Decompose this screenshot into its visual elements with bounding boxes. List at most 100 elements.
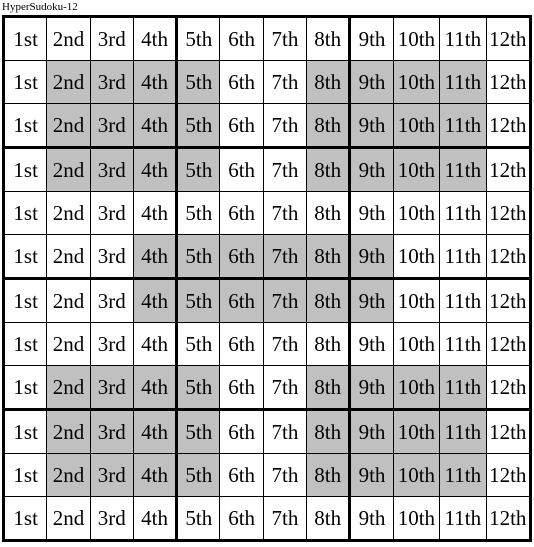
grid-cell[interactable]: 10th <box>393 453 441 497</box>
grid-cell[interactable]: 11th <box>439 322 487 366</box>
grid-cell[interactable]: 4th <box>133 453 179 497</box>
grid-cell[interactable]: 11th <box>439 16 487 61</box>
grid-cell[interactable]: 9th <box>349 191 394 235</box>
grid-cell[interactable]: 9th <box>349 103 394 149</box>
grid-cell[interactable]: 11th <box>439 103 487 149</box>
grid-cell[interactable]: 2nd <box>46 234 91 280</box>
grid-cell[interactable]: 1st <box>3 60 48 104</box>
grid-cell[interactable]: 4th <box>133 191 179 235</box>
grid-cell[interactable]: 6th <box>219 191 264 235</box>
grid-cell[interactable]: 4th <box>133 103 179 149</box>
grid-cell[interactable]: 6th <box>219 322 264 366</box>
grid-cell[interactable]: 7th <box>263 453 308 497</box>
grid-cell[interactable]: 2nd <box>46 365 91 411</box>
grid-cell[interactable]: 5th <box>176 147 221 192</box>
grid-cell[interactable]: 3rd <box>90 234 134 280</box>
grid-cell[interactable]: 12th <box>486 103 531 149</box>
grid-cell[interactable]: 10th <box>393 322 441 366</box>
grid-cell[interactable]: 12th <box>486 409 531 454</box>
grid-cell[interactable]: 4th <box>133 322 179 366</box>
grid-cell[interactable]: 5th <box>176 278 221 323</box>
grid-cell[interactable]: 2nd <box>46 16 91 61</box>
grid-cell[interactable]: 8th <box>306 234 352 280</box>
grid-cell[interactable]: 5th <box>176 103 221 149</box>
grid-cell[interactable]: 4th <box>133 16 179 61</box>
grid-cell[interactable]: 3rd <box>90 453 134 497</box>
grid-cell[interactable]: 1st <box>3 496 48 541</box>
grid-cell[interactable]: 1st <box>3 453 48 497</box>
grid-cell[interactable]: 6th <box>219 16 264 61</box>
grid-cell[interactable]: 12th <box>486 191 531 235</box>
grid-cell[interactable]: 12th <box>486 147 531 192</box>
grid-cell[interactable]: 2nd <box>46 496 91 541</box>
grid-cell[interactable]: 10th <box>393 496 441 541</box>
grid-cell[interactable]: 7th <box>263 60 308 104</box>
grid-cell[interactable]: 3rd <box>90 191 134 235</box>
grid-cell[interactable]: 2nd <box>46 147 91 192</box>
grid-cell[interactable]: 11th <box>439 496 487 541</box>
grid-cell[interactable]: 3rd <box>90 278 134 323</box>
grid-cell[interactable]: 8th <box>306 322 352 366</box>
grid-cell[interactable]: 1st <box>3 365 48 411</box>
grid-cell[interactable]: 8th <box>306 60 352 104</box>
grid-cell[interactable]: 7th <box>263 496 308 541</box>
grid-cell[interactable]: 7th <box>263 409 308 454</box>
grid-cell[interactable]: 1st <box>3 322 48 366</box>
grid-cell[interactable]: 9th <box>349 60 394 104</box>
grid-cell[interactable]: 1st <box>3 103 48 149</box>
grid-cell[interactable]: 12th <box>486 234 531 280</box>
grid-cell[interactable]: 6th <box>219 453 264 497</box>
grid-cell[interactable]: 1st <box>3 409 48 454</box>
grid-cell[interactable]: 6th <box>219 278 264 323</box>
grid-cell[interactable]: 3rd <box>90 16 134 61</box>
grid-cell[interactable]: 4th <box>133 234 179 280</box>
grid-cell[interactable]: 6th <box>219 234 264 280</box>
grid-cell[interactable]: 9th <box>349 322 394 366</box>
grid-cell[interactable]: 3rd <box>90 496 134 541</box>
grid-cell[interactable]: 9th <box>349 365 394 411</box>
grid-cell[interactable]: 2nd <box>46 60 91 104</box>
grid-cell[interactable]: 12th <box>486 322 531 366</box>
grid-cell[interactable]: 9th <box>349 16 394 61</box>
grid-cell[interactable]: 8th <box>306 496 352 541</box>
grid-cell[interactable]: 5th <box>176 496 221 541</box>
grid-cell[interactable]: 5th <box>176 453 221 497</box>
grid-cell[interactable]: 9th <box>349 147 394 192</box>
grid-cell[interactable]: 8th <box>306 278 352 323</box>
grid-cell[interactable]: 10th <box>393 16 441 61</box>
grid-cell[interactable]: 4th <box>133 278 179 323</box>
grid-cell[interactable]: 4th <box>133 496 179 541</box>
grid-cell[interactable]: 10th <box>393 60 441 104</box>
grid-cell[interactable]: 7th <box>263 278 308 323</box>
grid-cell[interactable]: 6th <box>219 365 264 411</box>
grid-cell[interactable]: 1st <box>3 234 48 280</box>
grid-cell[interactable]: 2nd <box>46 409 91 454</box>
grid-cell[interactable]: 9th <box>349 234 394 280</box>
grid-cell[interactable]: 11th <box>439 191 487 235</box>
grid-cell[interactable]: 3rd <box>90 365 134 411</box>
grid-cell[interactable]: 1st <box>3 147 48 192</box>
grid-cell[interactable]: 10th <box>393 278 441 323</box>
grid-cell[interactable]: 8th <box>306 16 352 61</box>
grid-cell[interactable]: 6th <box>219 147 264 192</box>
grid-cell[interactable]: 7th <box>263 103 308 149</box>
grid-cell[interactable]: 3rd <box>90 147 134 192</box>
grid-cell[interactable]: 7th <box>263 365 308 411</box>
grid-cell[interactable]: 9th <box>349 409 394 454</box>
grid-cell[interactable]: 10th <box>393 147 441 192</box>
grid-cell[interactable]: 10th <box>393 103 441 149</box>
grid-cell[interactable]: 11th <box>439 147 487 192</box>
grid-cell[interactable]: 6th <box>219 496 264 541</box>
grid-cell[interactable]: 8th <box>306 365 352 411</box>
grid-cell[interactable]: 8th <box>306 103 352 149</box>
grid-cell[interactable]: 1st <box>3 278 48 323</box>
grid-cell[interactable]: 2nd <box>46 278 91 323</box>
grid-cell[interactable]: 9th <box>349 496 394 541</box>
grid-cell[interactable]: 8th <box>306 147 352 192</box>
grid-cell[interactable]: 4th <box>133 365 179 411</box>
grid-cell[interactable]: 11th <box>439 409 487 454</box>
grid-cell[interactable]: 12th <box>486 60 531 104</box>
grid-cell[interactable]: 4th <box>133 409 179 454</box>
grid-cell[interactable]: 3rd <box>90 103 134 149</box>
grid-cell[interactable]: 12th <box>486 496 531 541</box>
